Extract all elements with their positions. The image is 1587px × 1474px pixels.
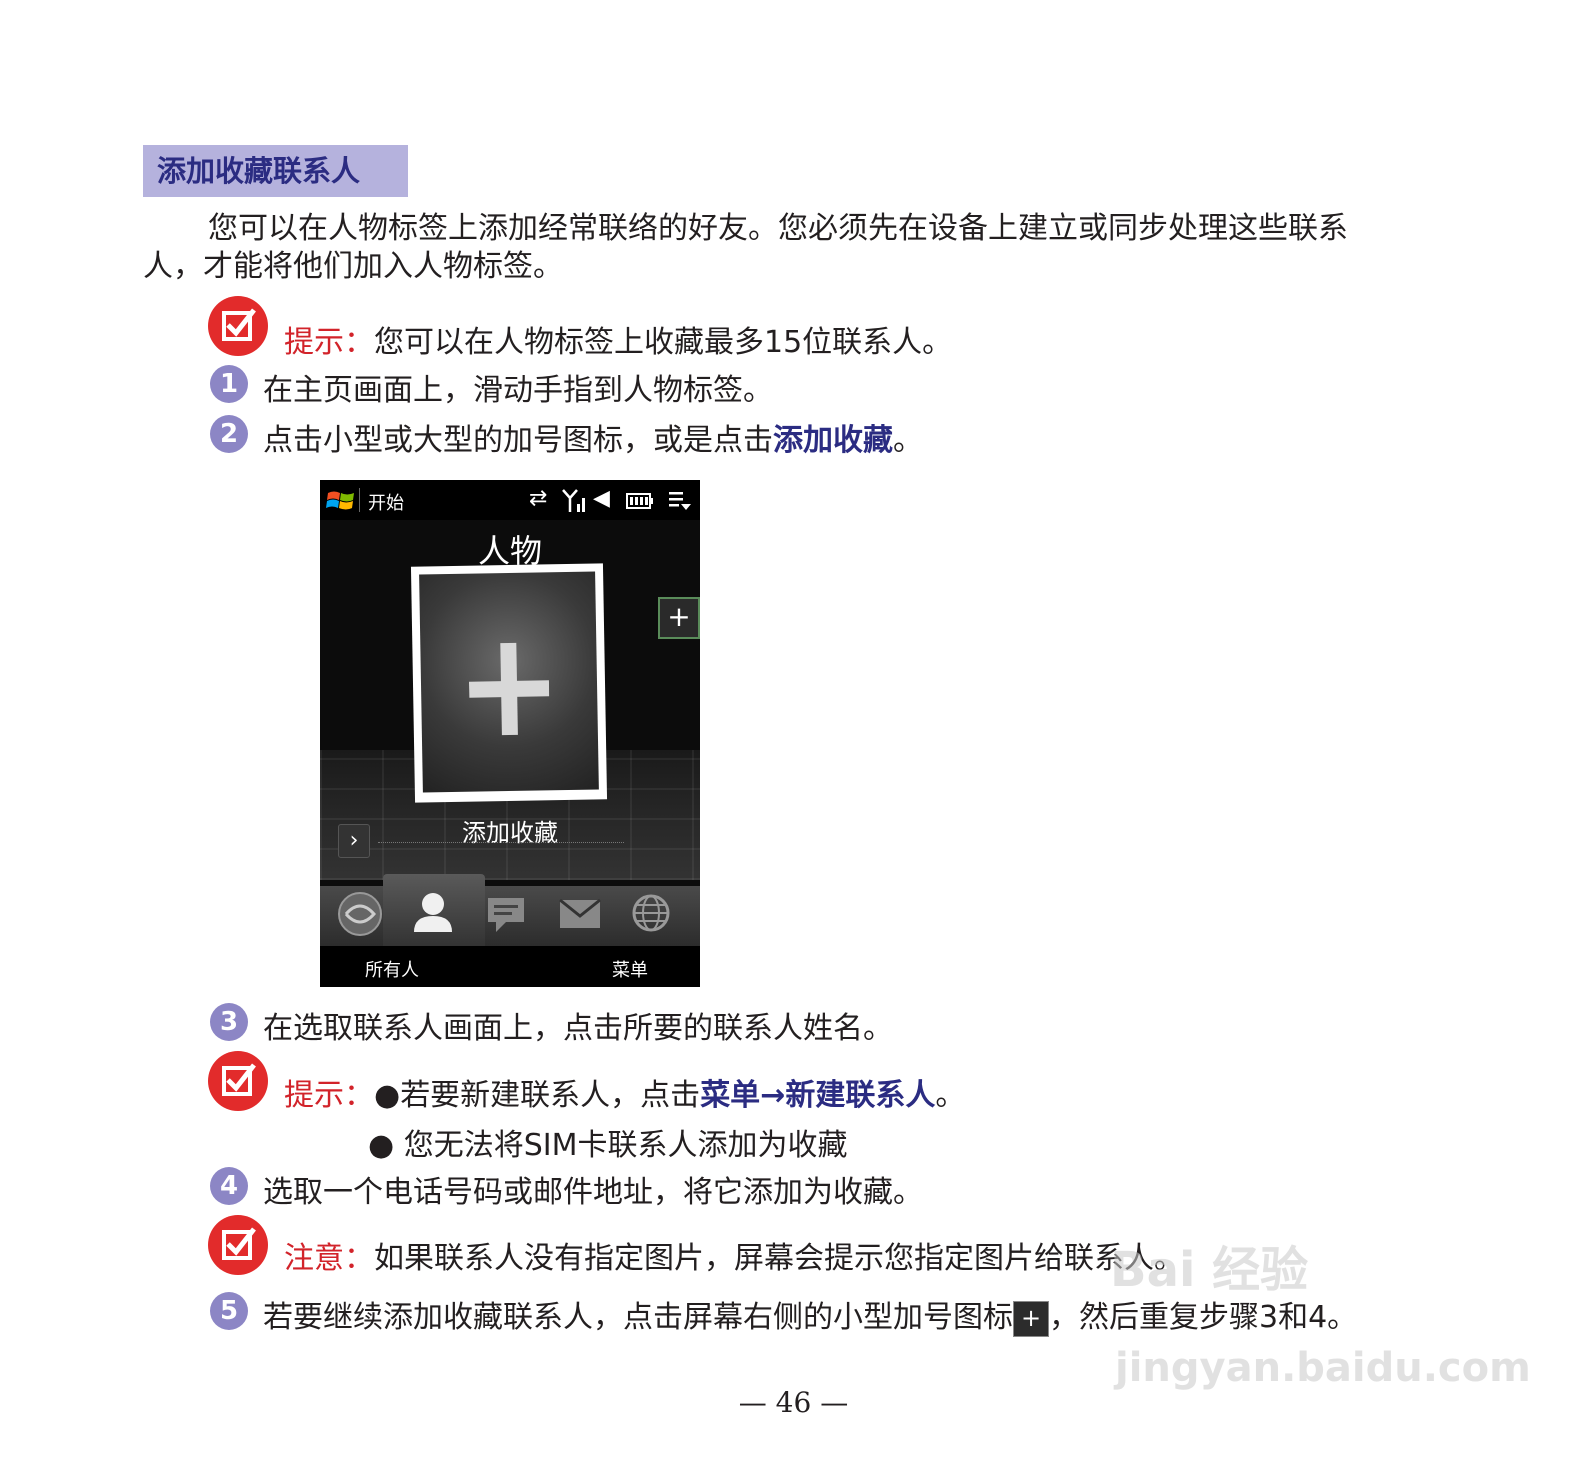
tip-2-bullet-2: ● 您无法将SIM卡联系人添加为收藏 xyxy=(368,1120,848,1164)
windows-logo-icon xyxy=(326,491,354,510)
step-2-number: 2 xyxy=(210,415,248,453)
tip-2-bullet-1: 提示：●若要新建联系人，点击菜单→新建联系人。 xyxy=(284,1070,965,1114)
step-2-end: 。 xyxy=(893,423,923,458)
message-icon[interactable] xyxy=(484,894,528,934)
softkey-menu[interactable]: 菜单 xyxy=(612,956,648,982)
add-favorite-card[interactable] xyxy=(410,563,608,803)
tip-2-pre: 若要新建联系人，点击 xyxy=(400,1078,701,1113)
note: 注意：如果联系人没有指定图片，屏幕会提示您指定图片给联系人。 xyxy=(284,1233,1184,1277)
step-2-text: 点击小型或大型的加号图标，或是点击 xyxy=(263,423,773,458)
step-2-highlight: 添加收藏 xyxy=(773,423,893,458)
card-face xyxy=(419,571,599,793)
label-underline xyxy=(378,842,624,843)
step-3-text: 在选取联系人画面上，点击所要的联系人姓名。 xyxy=(263,1011,893,1046)
bullet-dot: ● xyxy=(374,1078,401,1113)
checkbox-icon xyxy=(208,1051,268,1111)
china-mobile-icon[interactable] xyxy=(336,890,384,938)
tip-2-menu: 菜单 xyxy=(700,1078,761,1113)
step-5-text: 若要继续添加收藏联系人，点击屏幕右侧的小型加号图标 xyxy=(263,1300,1013,1335)
step-4-number: 4 xyxy=(210,1167,248,1205)
tip-2-label: 提示： xyxy=(284,1078,374,1113)
tip-1-label: 提示： xyxy=(284,325,374,360)
person-icon[interactable] xyxy=(410,890,456,936)
step-4-text: 选取一个电话号码或邮件地址，将它添加为收藏。 xyxy=(263,1175,923,1210)
step-3-number: 3 xyxy=(210,1003,248,1041)
checkbox-icon xyxy=(208,1215,268,1275)
battery-icon xyxy=(626,493,653,509)
checkbox-icon xyxy=(208,296,268,356)
speaker-icon: ◀ xyxy=(593,486,610,511)
tip-1-text: 您可以在人物标签上收藏最多15位联系人。 xyxy=(374,325,953,360)
bullet-dot: ● xyxy=(368,1128,395,1163)
note-text: 如果联系人没有指定图片，屏幕会提示您指定图片给联系人。 xyxy=(374,1241,1184,1276)
step-1-number: 1 xyxy=(210,365,248,403)
step-5-text-after: ，然后重复步骤3和4。 xyxy=(1049,1300,1358,1335)
step-2-line: 点击小型或大型的加号图标，或是点击添加收藏。 xyxy=(263,415,923,459)
mail-icon[interactable] xyxy=(558,898,602,930)
intro-line-2: 人，才能将他们加入人物标签。 xyxy=(143,249,563,284)
watermark-logo: Bai 经验 xyxy=(1110,1242,1309,1298)
large-plus-icon xyxy=(468,642,550,736)
menu-icon[interactable] xyxy=(668,490,692,512)
section-title: 添加收藏联系人 xyxy=(143,145,408,197)
signal-icon xyxy=(562,489,585,512)
tip-2-end: 。 xyxy=(935,1078,966,1113)
tip-2-item: 新建联系人 xyxy=(785,1078,936,1113)
tip-1: 提示：您可以在人物标签上收藏最多15位联系人。 xyxy=(284,317,952,361)
sync-icon: ⇄ xyxy=(529,486,548,511)
intro-line-1: 您可以在人物标签上添加经常联络的好友。您必须先在设备上建立或同步处理这些联系 xyxy=(208,211,1348,246)
step-5-number: 5 xyxy=(210,1292,248,1330)
softkey-all-people[interactable]: 所有人 xyxy=(365,956,419,982)
tip-2-arrow: → xyxy=(760,1078,786,1113)
tip-2-bullet-2-text: 您无法将SIM卡联系人添加为收藏 xyxy=(403,1128,848,1163)
page-number: — 46 — xyxy=(738,1386,849,1419)
start-label[interactable]: 开始 xyxy=(368,489,404,515)
status-bar: 开始 ⇄ ◀ xyxy=(320,480,700,520)
small-plus-icon: + xyxy=(1013,1300,1049,1337)
small-plus-icon[interactable]: + xyxy=(658,597,700,639)
phone-screenshot: 开始 ⇄ ◀ 人物 + › 添加收藏 所有人 菜单 xyxy=(320,480,700,987)
step-1-text: 在主页画面上，滑动手指到人物标签。 xyxy=(263,373,773,408)
watermark-url: jingyan.baidu.com xyxy=(1115,1345,1531,1391)
globe-icon[interactable] xyxy=(630,892,672,934)
note-label: 注意： xyxy=(284,1241,374,1276)
